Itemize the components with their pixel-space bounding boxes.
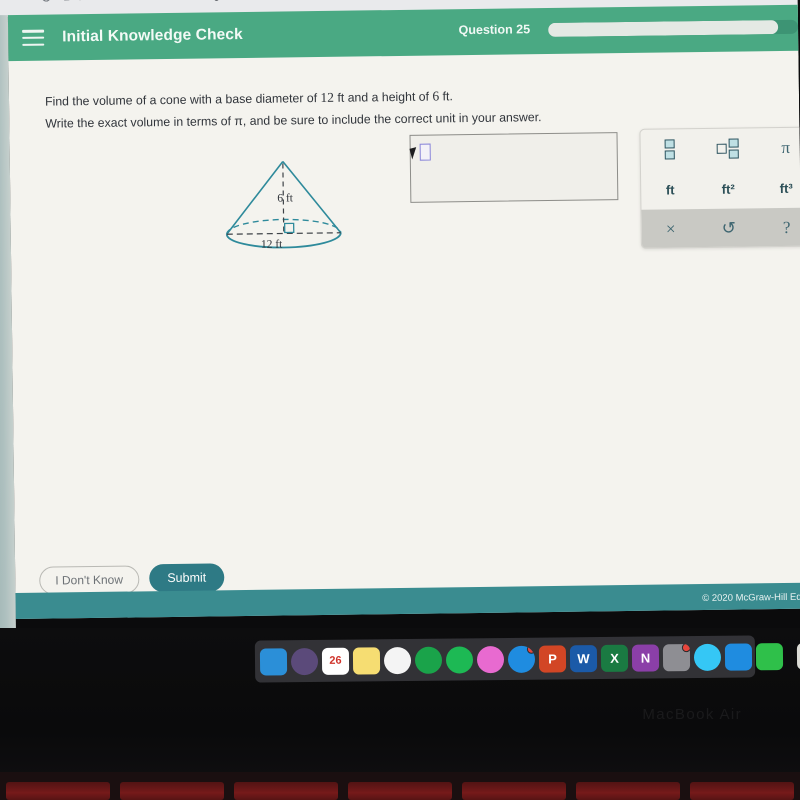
dock-icon-calendar-label: 26 xyxy=(329,654,342,667)
mouse-pointer-icon xyxy=(409,147,420,160)
help-button[interactable]: ? xyxy=(757,208,800,249)
cone-diagram: 6 ft 12 ft xyxy=(198,150,369,262)
dock-icon-onenote[interactable]: N xyxy=(631,643,660,672)
pi-button[interactable]: π xyxy=(756,128,800,169)
dock-icon-messages[interactable] xyxy=(693,643,722,671)
dock-icon-finder[interactable] xyxy=(259,647,288,676)
macbook-air-branding: MacBook Air xyxy=(642,706,742,723)
unit-ft2-button[interactable]: ft² xyxy=(699,168,758,209)
fraction-button[interactable] xyxy=(640,129,699,170)
question-line-1-b: ft and a height of xyxy=(333,89,433,105)
url-text[interactable]: www-awu.aleks.com/alekscgi/x/isl.exe/1o_… xyxy=(78,0,758,3)
keyboard-key xyxy=(234,782,338,800)
keyboard-key xyxy=(6,782,110,800)
aleks-page: Initial Knowledge Check Question 25 Find… xyxy=(7,4,800,620)
dock-icon-word-label: W xyxy=(577,650,590,666)
undo-button[interactable]: ↺ xyxy=(699,208,758,249)
keyboard-key xyxy=(348,782,452,800)
reload-icon[interactable] xyxy=(41,0,51,2)
dock-icon-chrome[interactable] xyxy=(414,646,443,674)
submit-button[interactable]: Submit xyxy=(149,563,225,593)
progress-bar xyxy=(548,19,799,38)
dock-icon-onenote-label: N xyxy=(640,649,651,666)
math-keypad[interactable]: π ft ft² ft³ × ↺ ? xyxy=(639,126,800,249)
empty-math-placeholder-icon xyxy=(419,143,431,161)
keyboard-key xyxy=(120,782,224,800)
progress-bar-fill xyxy=(548,19,779,38)
cone-svg xyxy=(225,160,342,249)
diameter-value: 12 xyxy=(320,89,335,105)
app-header: Initial Knowledge Check Question 25 xyxy=(7,4,799,62)
question-text: Find the volume of a cone with a base di… xyxy=(45,83,646,135)
laptop-screen: www-awu.aleks.com/alekscgi/x/isl.exe/1o_… xyxy=(0,0,800,638)
dock-icon-powerpoint[interactable]: P xyxy=(538,644,567,673)
dock-icon-app-store[interactable] xyxy=(507,645,536,673)
cone-height-label: 6 ft xyxy=(277,192,294,205)
laptop-body: 26 P W X N MacBook Air xyxy=(0,628,800,800)
dock-icon-itunes[interactable] xyxy=(476,645,505,673)
question-counter: Question 25 xyxy=(458,22,531,38)
mixed-number-button[interactable] xyxy=(698,128,757,169)
keypad-row-3: × ↺ ? xyxy=(641,207,800,249)
macos-dock[interactable]: 26 P W X N xyxy=(254,635,800,683)
question-line-1-a: Find the volume of a cone with a base di… xyxy=(44,90,321,109)
keyboard-key xyxy=(576,782,680,800)
keypad-row-1: π xyxy=(640,128,800,170)
laptop-photo: www-awu.aleks.com/alekscgi/x/isl.exe/1o_… xyxy=(0,0,800,800)
dock-icon-calendar[interactable]: 26 xyxy=(321,647,350,675)
keyboard-key xyxy=(690,782,794,800)
dock-icon-word[interactable]: W xyxy=(569,644,598,672)
clear-button[interactable]: × xyxy=(641,209,700,249)
hamburger-menu-icon[interactable] xyxy=(22,29,45,46)
dock-icon-phone[interactable] xyxy=(755,642,784,670)
dock-icon-system-preferences-badge xyxy=(681,643,691,652)
unit-ft3-button[interactable]: ft³ xyxy=(757,168,800,209)
i-dont-know-button[interactable]: I Don't Know xyxy=(39,565,140,595)
dock-icon-excel-label: X xyxy=(610,650,619,666)
keypad-row-2: ft ft² ft³ xyxy=(641,168,800,210)
copyright-text: © 2020 McGraw-Hill Ed xyxy=(702,591,800,605)
page-title: Initial Knowledge Check xyxy=(62,26,243,46)
cone-diameter-label: 12 ft xyxy=(260,238,283,251)
dock-icon-system-preferences[interactable] xyxy=(662,643,691,671)
keyboard-key xyxy=(462,782,566,800)
mixed-number-icon xyxy=(716,138,739,159)
dock-icon-powerpoint-label: P xyxy=(548,650,557,667)
dock-icon-spotify[interactable] xyxy=(445,645,474,674)
question-line-1-c: ft. xyxy=(439,89,453,104)
fraction-icon xyxy=(664,139,675,160)
dock-icon-siri[interactable] xyxy=(290,647,319,675)
dock-icon-app-store-badge xyxy=(526,645,536,654)
answer-input[interactable] xyxy=(409,132,619,203)
dock-icon-notes[interactable] xyxy=(352,646,381,675)
dock-icon-facetime[interactable] xyxy=(724,642,753,671)
backlit-keyboard xyxy=(0,772,800,800)
dock-icon-photos[interactable] xyxy=(383,646,412,674)
dock-icon-excel[interactable]: X xyxy=(600,644,629,672)
unit-ft-button[interactable]: ft xyxy=(641,169,700,210)
